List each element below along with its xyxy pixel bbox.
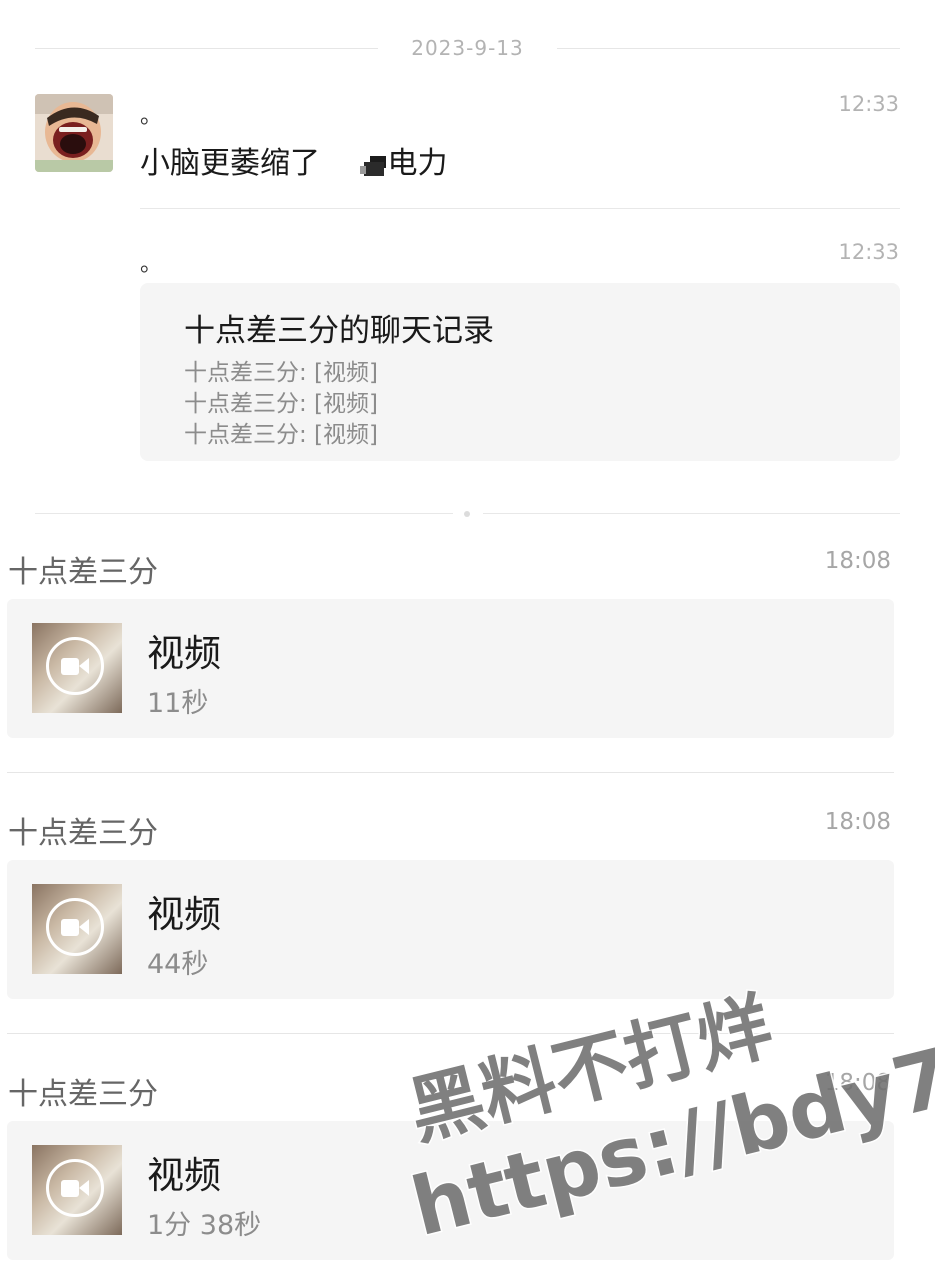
video-time: 18:08 [824,1070,891,1096]
video-sender-name: 十点差三分 [8,555,158,590]
video-duration: 1分 38秒 [147,1210,262,1241]
section-divider-left [35,513,453,514]
video-duration: 11秒 [147,688,209,719]
message-separator [7,772,894,773]
video-thumbnail[interactable] [32,623,122,713]
video-camera-lens-icon [79,1180,89,1196]
video-title: 视频 [147,632,221,675]
video-time: 18:08 [824,548,891,574]
video-sender-name: 十点差三分 [8,816,158,851]
video-thumbnail[interactable] [32,884,122,974]
message-separator [140,208,900,209]
section-divider-right [483,513,900,514]
sender-name: 。 [140,252,163,277]
message-time: 12:33 [838,240,899,264]
message-time: 12:33 [838,92,899,116]
message-text-part: 电力 [387,146,448,181]
redaction-mark [330,154,388,176]
chat-record-line: 十点差三分: [视频] [184,360,379,386]
chat-record-line: 十点差三分: [视频] [184,391,379,417]
video-title: 视频 [147,893,221,936]
message-text: 小脑更萎缩了 电力 [140,138,448,182]
message-text-part: 小脑更萎缩了 [140,146,320,181]
video-message-card[interactable]: 视频 44秒 [7,860,894,999]
video-camera-icon [61,658,79,675]
avatar-photo [35,94,113,172]
date-label: 2023-9-13 [411,36,524,60]
video-time: 18:08 [824,809,891,835]
video-camera-lens-icon [79,919,89,935]
avatar[interactable] [35,94,113,172]
video-camera-lens-icon [79,658,89,674]
video-title: 视频 [147,1154,221,1197]
message-separator [7,1033,894,1034]
video-message-card[interactable]: 视频 11秒 [7,599,894,738]
sender-name: 。 [140,104,163,129]
chat-record-title: 十点差三分的聊天记录 [184,313,494,349]
video-camera-icon [61,919,79,936]
video-thumbnail[interactable] [32,1145,122,1235]
video-duration: 44秒 [147,949,209,980]
section-divider-dot [464,511,470,517]
chat-record-line: 十点差三分: [视频] [184,422,379,448]
chat-record-card[interactable]: 十点差三分的聊天记录 十点差三分: [视频] 十点差三分: [视频] 十点差三分… [140,283,900,461]
video-sender-name: 十点差三分 [8,1077,158,1112]
video-message-card[interactable]: 视频 1分 38秒 [7,1121,894,1260]
video-camera-icon [61,1180,79,1197]
